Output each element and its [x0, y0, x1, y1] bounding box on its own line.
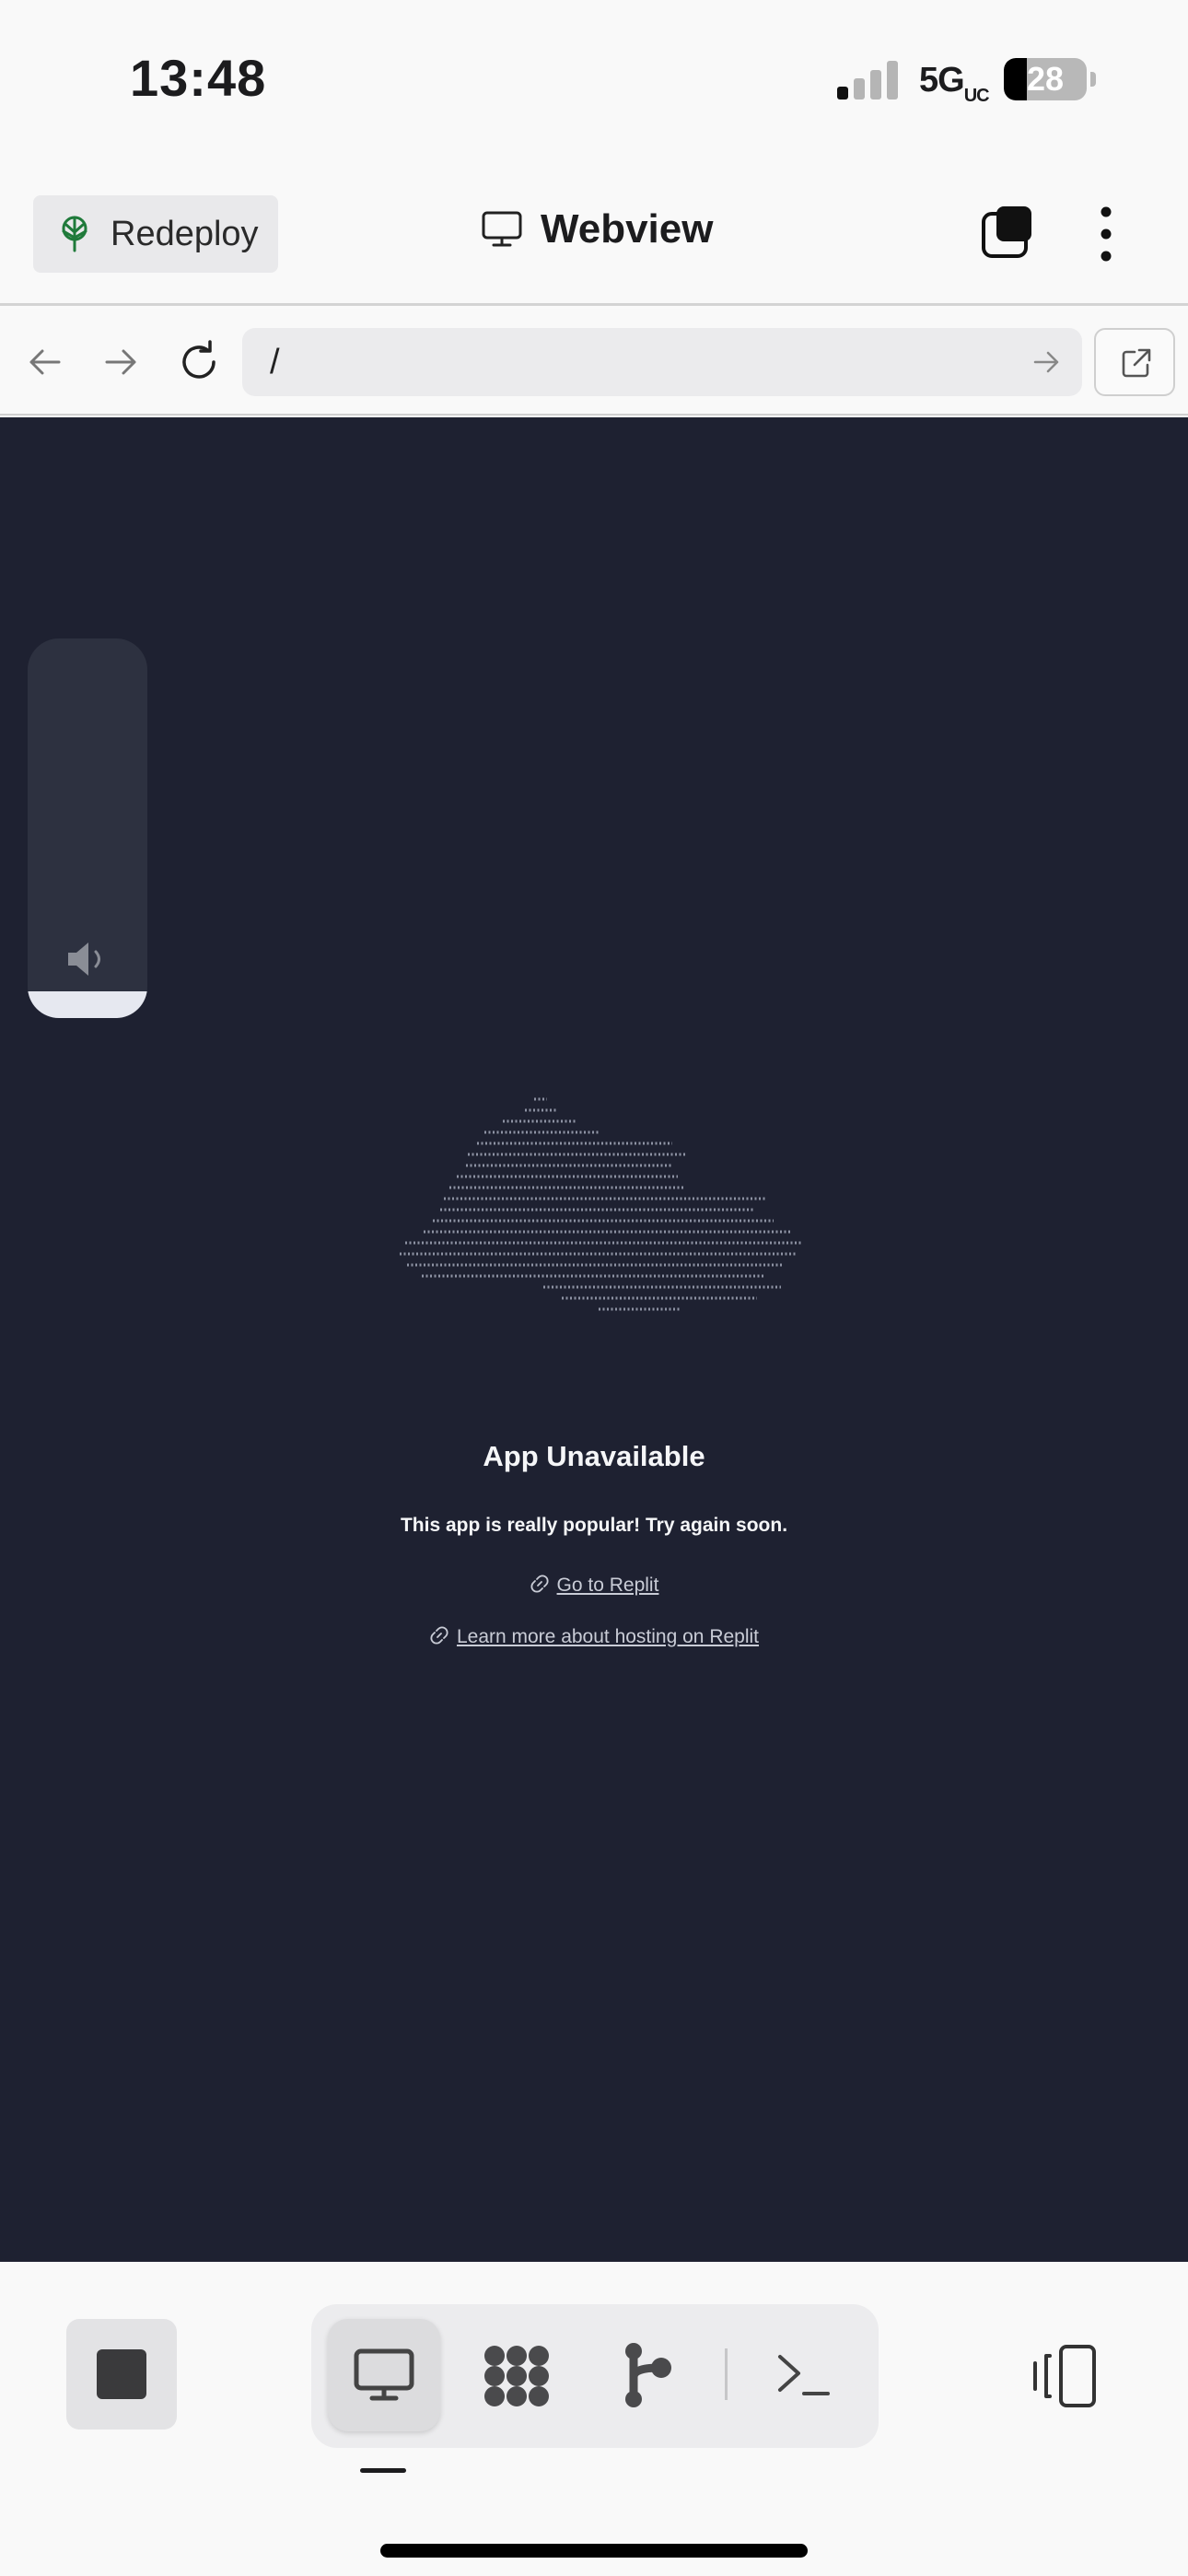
forward-arrow-icon[interactable]: [96, 336, 147, 388]
git-branch-icon: [625, 2343, 671, 2407]
tool-workspace[interactable]: [460, 2319, 573, 2431]
tool-webview[interactable]: [328, 2319, 440, 2431]
active-tool-indicator: [360, 2468, 406, 2473]
battery-icon: 28: [1004, 58, 1087, 100]
more-options-icon[interactable]: [1092, 205, 1120, 263]
url-text: /: [270, 343, 280, 381]
battery-cap: [1090, 72, 1096, 87]
tab-title: Webview: [482, 206, 713, 252]
tool-git[interactable]: [593, 2319, 705, 2431]
deploy-icon: [62, 216, 87, 252]
unavailable-title: App Unavailable: [483, 1440, 705, 1472]
tool-shell[interactable]: [748, 2319, 860, 2431]
screen: 13:48 5GUC 28 Redeploy Webview / App Una…: [0, 0, 1188, 2576]
toolbar-separator: [725, 2348, 728, 2400]
unavailable-message: This app is really popular! Try again so…: [400, 1515, 788, 1536]
external-link-icon: [1122, 348, 1151, 378]
network-type: 5GUC: [919, 61, 990, 106]
tabs-switcher-icon[interactable]: [980, 205, 1035, 260]
status-time: 13:48: [130, 49, 267, 107]
app-header: Redeploy Webview: [0, 162, 1188, 306]
speaker-icon: [68, 943, 100, 976]
go-to-replit-label: Go to Replit: [556, 1575, 659, 1596]
learn-more-hosting-link[interactable]: Learn more about hosting on Replit: [0, 1625, 1188, 1648]
redeploy-label: Redeploy: [111, 214, 259, 253]
monitor-icon: [354, 2348, 414, 2401]
volume-indicator: [28, 638, 147, 1018]
redeploy-button[interactable]: Redeploy: [33, 195, 278, 273]
open-in-new-tab-button[interactable]: [1094, 328, 1175, 396]
cellular-signal-icon: [837, 61, 898, 100]
learn-more-hosting-label: Learn more about hosting on Replit: [456, 1626, 760, 1647]
tool-switcher: [311, 2304, 879, 2448]
network-suffix: UC: [963, 85, 990, 106]
go-arrow-icon[interactable]: [1031, 346, 1062, 378]
grid-blobs-icon: [484, 2346, 549, 2406]
go-to-replit-link[interactable]: Go to Replit: [0, 1574, 1188, 1597]
webview-content: App Unavailable This app is really popul…: [0, 417, 1188, 2262]
link-icon: [430, 1626, 448, 1645]
monitor-icon: [482, 211, 522, 247]
url-input[interactable]: /: [242, 328, 1082, 396]
panel-layout-icon[interactable]: [1030, 2341, 1100, 2411]
link-icon: [530, 1575, 549, 1593]
terminal-icon: [778, 2355, 830, 2395]
ascii-art-illustration: [400, 1097, 801, 1311]
browser-bar: /: [0, 309, 1188, 416]
stop-button[interactable]: [66, 2319, 177, 2430]
bottom-toolbar: [0, 2262, 1188, 2576]
home-indicator: [380, 2544, 808, 2558]
reload-icon[interactable]: [173, 336, 225, 388]
tab-title-label: Webview: [541, 206, 714, 252]
status-bar: 13:48 5GUC 28: [0, 0, 1188, 162]
battery-level: 28: [1026, 60, 1065, 98]
back-arrow-icon[interactable]: [18, 336, 70, 388]
volume-level-fill: [28, 991, 147, 1018]
stop-icon: [97, 2349, 146, 2399]
